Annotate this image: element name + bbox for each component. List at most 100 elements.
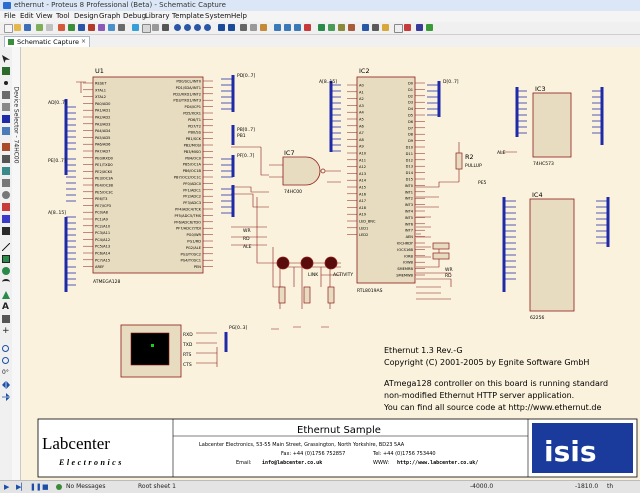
menu-design[interactable]: Design	[74, 11, 98, 22]
close-tab-icon[interactable]: ×	[81, 37, 86, 47]
ic3-74hc573[interactable]	[532, 92, 572, 158]
pcb-icon[interactable]	[78, 24, 85, 31]
menu-edit[interactable]: Edit	[20, 11, 34, 22]
tab-schematic-capture[interactable]: Schematic Capture ×	[4, 36, 90, 47]
ic4-62256[interactable]	[529, 198, 575, 312]
tape-recorder-icon[interactable]	[2, 179, 10, 187]
block-delete-icon[interactable]	[304, 24, 311, 31]
search-tag-icon[interactable]	[372, 24, 379, 31]
package-tool-icon[interactable]	[338, 24, 345, 31]
home-icon[interactable]	[58, 24, 65, 31]
marker-2d-icon[interactable]: +	[2, 327, 10, 336]
new-file-icon[interactable]	[4, 24, 13, 33]
rs232-connector[interactable]	[120, 324, 182, 378]
text-2d-icon[interactable]: A	[2, 303, 10, 312]
refresh-icon[interactable]	[132, 24, 139, 31]
schematic-canvas[interactable]: RESET XTAL1 XTAL2 PA0/AD0 PA1/AD1 PA2/AD2 PA3/…	[21, 47, 640, 480]
block-copy-icon[interactable]	[274, 24, 281, 31]
property-assign-icon[interactable]	[382, 24, 389, 31]
arc-2d-icon[interactable]	[2, 279, 10, 285]
device-selector-panel[interactable]: Device Selector - 74HC00	[12, 47, 21, 480]
ic7-nand-gate[interactable]	[269, 156, 341, 186]
menu-view[interactable]: View	[36, 11, 53, 22]
origin-icon[interactable]	[152, 24, 159, 31]
pan-icon[interactable]	[162, 24, 169, 31]
menu-graph[interactable]: Graph	[99, 11, 120, 22]
graph-icon[interactable]	[2, 167, 10, 175]
box-2d-icon[interactable]	[2, 255, 10, 263]
pin-label: RESET	[95, 82, 107, 86]
copy-icon[interactable]	[250, 24, 257, 31]
led-resistors[interactable]	[278, 286, 335, 304]
selection-mode-icon[interactable]	[2, 55, 10, 63]
zoom-out-icon[interactable]	[184, 24, 191, 31]
messages-status[interactable]: No Messages	[66, 481, 106, 493]
schematic-icon[interactable]	[68, 24, 75, 31]
pick-device-icon[interactable]	[318, 24, 325, 31]
block-move-icon[interactable]	[284, 24, 291, 31]
path-2d-icon[interactable]	[2, 291, 10, 299]
voltage-probe-icon[interactable]	[2, 203, 10, 211]
mirror-vertical-icon[interactable]	[2, 393, 10, 401]
new-sheet-icon[interactable]	[394, 24, 403, 33]
subcircuit-icon[interactable]	[2, 127, 10, 135]
open-folder-icon[interactable]	[14, 24, 21, 31]
paste-icon[interactable]	[260, 24, 267, 31]
zoom-all-icon[interactable]	[194, 24, 201, 31]
component-mode-icon[interactable]	[2, 67, 10, 75]
junction-dot-icon[interactable]	[4, 81, 8, 85]
menu-debug[interactable]: Debug	[123, 11, 146, 22]
pause-button[interactable]: ❚❚	[30, 483, 42, 491]
rtl-resistors[interactable]	[432, 242, 450, 260]
text-script-icon[interactable]	[2, 103, 10, 111]
step-button[interactable]: ▶▏	[16, 483, 27, 491]
wire-label-icon[interactable]	[2, 91, 10, 99]
redo-icon[interactable]	[228, 24, 235, 31]
undo-icon[interactable]	[218, 24, 225, 31]
erc-report-icon[interactable]	[426, 24, 433, 31]
menu-system[interactable]: System	[205, 11, 231, 22]
mirror-horizontal-icon[interactable]	[2, 381, 10, 389]
current-probe-icon[interactable]	[2, 215, 10, 223]
3d-icon[interactable]	[98, 24, 105, 31]
zoom-in-icon[interactable]	[174, 24, 181, 31]
ic2-rtl8019as[interactable]: A0 A1 A2 A3 A4 A5 A6 A7 A8 A9 A10 A11 A12 A13 A14 A15 A1…	[347, 76, 425, 284]
decompose-icon[interactable]	[348, 24, 355, 31]
remove-sheet-icon[interactable]	[404, 24, 411, 31]
netlist-icon[interactable]	[416, 24, 423, 31]
rotate-ccw-icon[interactable]	[2, 357, 9, 364]
zoom-area-icon[interactable]	[204, 24, 211, 31]
device-pins-icon[interactable]	[2, 155, 10, 163]
menu-tool[interactable]: Tool	[56, 11, 70, 22]
bom-icon[interactable]	[108, 24, 115, 31]
menu-template[interactable]: Template	[172, 11, 204, 22]
ic7-part: 74HC00	[284, 189, 302, 195]
cut-icon[interactable]	[240, 24, 247, 31]
buses-icon[interactable]	[2, 115, 10, 123]
import-icon[interactable]	[36, 24, 43, 31]
generator-icon[interactable]	[2, 191, 10, 199]
status-leds[interactable]	[276, 256, 338, 270]
stop-button[interactable]: ■	[42, 483, 50, 491]
rotate-cw-icon[interactable]	[2, 345, 9, 352]
circle-2d-icon[interactable]	[2, 267, 10, 275]
gerber-icon[interactable]	[88, 24, 95, 31]
block-rotate-icon[interactable]	[294, 24, 301, 31]
pin-label: D2	[408, 94, 413, 98]
grid-icon[interactable]	[142, 24, 151, 33]
menu-help[interactable]: Help	[231, 11, 247, 22]
virtual-instrument-icon[interactable]	[2, 227, 10, 235]
line-2d-icon[interactable]	[2, 243, 10, 251]
export-icon[interactable]	[46, 24, 53, 31]
r2-pullup[interactable]	[455, 152, 463, 170]
symbol-2d-icon[interactable]	[2, 315, 10, 323]
make-device-icon[interactable]	[328, 24, 335, 31]
wire-autorouter-icon[interactable]	[362, 24, 369, 31]
save-icon[interactable]	[24, 24, 31, 31]
menu-file[interactable]: File	[4, 11, 16, 22]
menu-library[interactable]: Library	[145, 11, 169, 22]
play-button[interactable]: ▶	[4, 483, 12, 491]
terminals-icon[interactable]	[2, 143, 10, 151]
source-icon[interactable]	[118, 24, 125, 31]
u1-atmega128[interactable]: RESET XTAL1 XTAL2 PA0/AD0 PA1/AD1 PA2/AD2 PA3/…	[83, 76, 213, 274]
